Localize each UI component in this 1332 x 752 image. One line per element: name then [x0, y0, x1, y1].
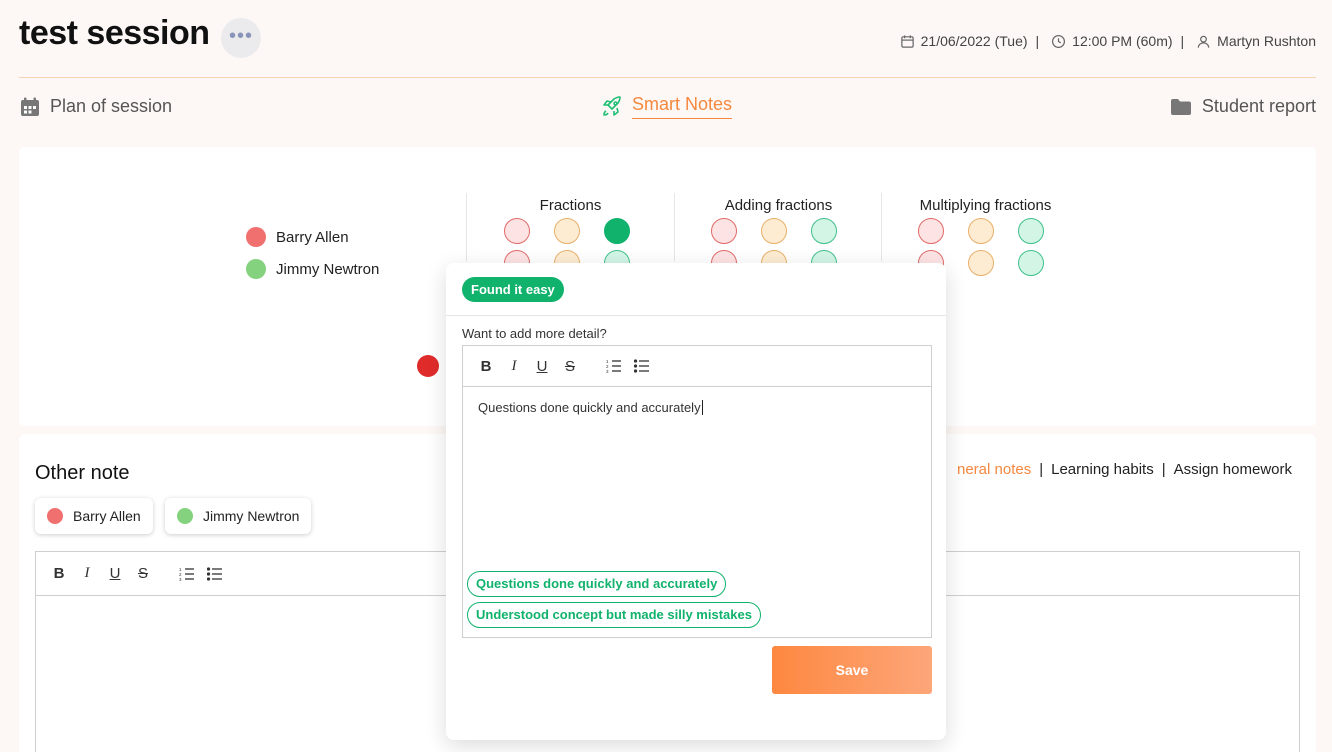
- nav-student-report[interactable]: Student report: [1170, 96, 1316, 117]
- legend-red-dot: [417, 355, 439, 377]
- topic-column-fractions: Fractions: [466, 193, 630, 276]
- student-legend-item: Jimmy Newtron: [246, 259, 379, 279]
- student-name: Jimmy Newtron: [276, 260, 380, 278]
- smart-note-popup: Found it easy Want to add more detail? B…: [446, 263, 946, 740]
- student-color-dot: [47, 508, 63, 524]
- rating-okay-button[interactable]: [761, 218, 787, 244]
- rocket-icon: [603, 95, 621, 116]
- ordered-list-button[interactable]: 123: [178, 564, 196, 584]
- rating-struggled-button[interactable]: [918, 218, 944, 244]
- topic-name: Adding fractions: [724, 197, 833, 214]
- session-meta: 21/06/2022 (Tue) | 12:00 PM (60m) | Mart…: [900, 33, 1316, 49]
- nav-smart-notes[interactable]: Smart Notes: [600, 94, 733, 119]
- student-chip-barry-allen[interactable]: Barry Allen: [35, 498, 153, 534]
- more-horizontal-icon: •••: [228, 25, 253, 47]
- folder-icon: [1170, 98, 1191, 115]
- clock-icon: [1052, 34, 1066, 48]
- editor-toolbar: B I U S 123: [463, 346, 931, 387]
- student-color-dot: [246, 259, 266, 279]
- calendar-icon: [900, 34, 914, 48]
- rating-tag: Found it easy: [462, 277, 564, 302]
- session-date: 21/06/2022 (Tue): [920, 33, 1028, 49]
- italic-button[interactable]: I: [78, 564, 96, 584]
- bullet-list-button[interactable]: [633, 356, 651, 376]
- rating-struggled-button[interactable]: [711, 218, 737, 244]
- strikethrough-button[interactable]: S: [561, 356, 579, 376]
- session-time: 12:00 PM (60m): [1072, 33, 1173, 49]
- svg-text:3: 3: [606, 369, 609, 373]
- save-button[interactable]: Save: [772, 646, 932, 694]
- tab-separator: |: [1161, 461, 1166, 478]
- other-note-title: Other note: [35, 462, 130, 484]
- tab-learning-habits[interactable]: Learning habits: [1051, 461, 1154, 478]
- student-color-dot: [177, 508, 193, 524]
- tab-general-notes[interactable]: neral notes: [957, 461, 1031, 478]
- suggestion-chip[interactable]: Understood concept but made silly mistak…: [467, 602, 761, 628]
- svg-text:3: 3: [179, 577, 182, 581]
- student-legend-item: Barry Allen: [246, 227, 349, 247]
- meta-separator: |: [1180, 33, 1185, 49]
- topic-name: Multiplying fractions: [919, 197, 1052, 214]
- bullet-list-icon: [634, 359, 649, 373]
- strikethrough-button[interactable]: S: [134, 564, 152, 584]
- topic-name: Fractions: [539, 197, 602, 214]
- session-header: test session ••• 21/06/2022 (Tue) | 12:0…: [19, 0, 1316, 78]
- tab-separator: |: [1039, 461, 1044, 478]
- ordered-list-button[interactable]: 123: [605, 356, 623, 376]
- text-caret: [701, 400, 703, 415]
- popup-divider: [446, 315, 946, 316]
- topic-column-adding-fractions: Adding fractions: [674, 193, 837, 276]
- detail-text-value: Questions done quickly and accurately: [478, 400, 701, 415]
- student-name: Barry Allen: [276, 228, 349, 246]
- topic-column-multiplying-fractions: Multiplying fractions: [881, 193, 1051, 276]
- suggestion-chip[interactable]: Questions done quickly and accurately: [467, 571, 727, 597]
- rating-struggled-button[interactable]: [504, 218, 530, 244]
- detail-text[interactable]: Questions done quickly and accurately: [478, 400, 703, 415]
- bold-button[interactable]: B: [50, 564, 68, 584]
- chip-label: Barry Allen: [73, 508, 141, 524]
- nav-plan-label: Plan of session: [50, 96, 173, 116]
- nav-student-report-label: Student report: [1201, 96, 1316, 116]
- rating-easy-button[interactable]: [811, 218, 837, 244]
- nav-plan-of-session[interactable]: Plan of session: [20, 96, 172, 117]
- student-chip-jimmy-newtron[interactable]: Jimmy Newtron: [165, 498, 312, 534]
- tab-assign-homework[interactable]: Assign homework: [1174, 461, 1292, 478]
- rating-okay-button[interactable]: [968, 250, 994, 276]
- bold-button[interactable]: B: [477, 356, 495, 376]
- detail-editor[interactable]: B I U S 123 Questions done quickly and a…: [462, 345, 932, 638]
- page-title: test session: [19, 14, 210, 52]
- italic-button[interactable]: I: [505, 356, 523, 376]
- detail-prompt: Want to add more detail?: [462, 326, 607, 341]
- chip-label: Jimmy Newtron: [203, 508, 300, 524]
- rating-easy-button[interactable]: [604, 218, 630, 244]
- calendar-filled-icon: [21, 97, 39, 116]
- underline-button[interactable]: U: [533, 356, 551, 376]
- rating-okay-button[interactable]: [968, 218, 994, 244]
- student-color-dot: [246, 227, 266, 247]
- bullet-list-button[interactable]: [206, 564, 224, 584]
- underline-button[interactable]: U: [106, 564, 124, 584]
- bullet-list-icon: [207, 566, 222, 581]
- more-options-button[interactable]: •••: [221, 18, 261, 58]
- rating-easy-button[interactable]: [1018, 218, 1044, 244]
- nav-smart-notes-label: Smart Notes: [632, 94, 733, 119]
- ordered-list-icon: 123: [606, 359, 621, 373]
- rating-okay-button[interactable]: [554, 218, 580, 244]
- meta-separator: |: [1035, 33, 1040, 49]
- rating-easy-button[interactable]: [1018, 250, 1044, 276]
- ordered-list-icon: 123: [179, 567, 194, 581]
- user-icon: [1197, 35, 1210, 48]
- note-tabs: neral notes | Learning habits | Assign homew…: [957, 461, 1292, 478]
- tutor-name: Martyn Rushton: [1217, 33, 1316, 49]
